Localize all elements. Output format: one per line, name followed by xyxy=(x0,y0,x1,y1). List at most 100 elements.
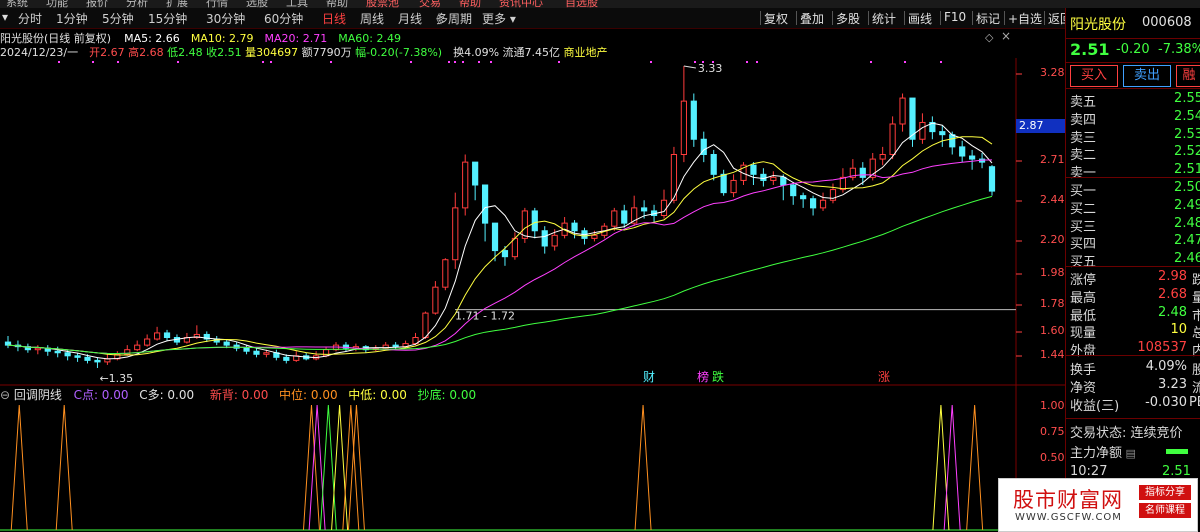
signal-marker xyxy=(92,61,94,63)
stat-tail: 量 xyxy=(1191,290,1200,306)
stat-value: 2.68 xyxy=(1158,286,1187,302)
indicator-bottom: 抄底: 0.00 xyxy=(417,388,477,402)
stat-value: 4.09% xyxy=(1145,359,1187,374)
stat-label: 现量 xyxy=(1070,326,1097,342)
signal-marker xyxy=(870,61,872,63)
stat-label: 外盘 xyxy=(1070,344,1097,360)
quote-row[interactable]: 卖四 2.54 xyxy=(1070,109,1200,128)
kline-chart[interactable]: 3.33 ←1.35 1.71 - 1.72 财 榜跌 涨 xyxy=(0,58,1065,532)
buy-button[interactable]: 买入 xyxy=(1070,65,1118,87)
period-tab[interactable]: 周线 xyxy=(360,10,384,27)
candle-body xyxy=(959,146,966,157)
top-menu-item[interactable]: 交易 xyxy=(419,0,441,8)
stat-value: 2.98 xyxy=(1158,269,1187,284)
quote-row-label: 卖四 xyxy=(1070,112,1097,128)
top-menu-item[interactable]: 功能 xyxy=(46,0,68,8)
low-annotation: ←1.35 xyxy=(99,372,133,385)
toolbar-button[interactable]: 标记 xyxy=(976,10,1000,27)
candle-body xyxy=(163,332,171,338)
top-menu-item[interactable]: 资讯中心 xyxy=(499,0,543,8)
quote-row-label: 买五 xyxy=(1070,255,1097,271)
toolbar-button[interactable]: +自选 xyxy=(1008,10,1042,27)
period-tab[interactable]: 60分钟 xyxy=(264,10,303,27)
toolbar-button[interactable]: 统计 xyxy=(872,10,896,27)
quote-row[interactable]: 买三 2.48 xyxy=(1070,216,1200,235)
period-tab[interactable]: 分时 xyxy=(18,10,42,27)
candle-body xyxy=(4,341,12,346)
high-annotation: 3.33 xyxy=(698,62,723,75)
collapse-icon[interactable]: 《 xyxy=(430,10,442,27)
period-tab[interactable]: 15分钟 xyxy=(148,10,187,27)
sell-button[interactable]: 卖出 xyxy=(1123,65,1171,87)
candle-body xyxy=(899,97,906,125)
event-marker-zhang: 涨 xyxy=(878,369,890,384)
menu-arrow-icon[interactable]: ▾ xyxy=(2,10,8,24)
quote-row-label: 买二 xyxy=(1070,201,1097,217)
expand-icon[interactable]: ◇ xyxy=(985,31,993,44)
period-tab[interactable]: 更多 ▾ xyxy=(482,10,516,27)
period-tab[interactable]: 1分钟 xyxy=(56,10,88,27)
top-menu-item[interactable]: 自选股 xyxy=(565,0,598,8)
top-menu-item[interactable]: 系统 xyxy=(6,0,28,8)
margin-button[interactable]: 融 xyxy=(1176,65,1200,87)
period-tab[interactable]: 月线 xyxy=(398,10,422,27)
close-icon[interactable]: × xyxy=(1001,29,1011,43)
stat-label: 最低 xyxy=(1070,308,1097,324)
signal-marker xyxy=(454,61,456,63)
quote-row[interactable]: 买一 2.50 xyxy=(1070,180,1200,199)
top-menu-item[interactable]: 工具 xyxy=(286,0,308,8)
indicator-name[interactable]: 回调阴线 xyxy=(14,388,62,402)
quote-row[interactable]: 卖三 2.53 xyxy=(1070,127,1200,146)
gscfw-logo: 股市财富网 指标分享 名师课程 WWW.GSCFW.COM xyxy=(998,478,1198,532)
top-menu-item[interactable]: 扩展 xyxy=(166,0,188,8)
candle-body xyxy=(660,199,668,216)
quote-row[interactable]: 卖二 2.52 xyxy=(1070,144,1200,163)
candle-body xyxy=(501,250,509,258)
event-marker-bang: 榜 xyxy=(697,369,709,384)
signal-marker xyxy=(410,61,412,63)
signal-marker xyxy=(558,61,560,63)
candle-body xyxy=(481,184,489,224)
signal-marker xyxy=(904,61,906,63)
price-axis-label: 2.20 xyxy=(1040,233,1065,246)
top-menu-item[interactable]: 选股 xyxy=(246,0,268,8)
top-menu-item[interactable]: 股票池 xyxy=(366,0,399,8)
candle-body xyxy=(452,207,459,261)
top-menu-item[interactable]: 报价 xyxy=(86,0,108,8)
period-tab[interactable]: 30分钟 xyxy=(206,10,245,27)
toolbar-button[interactable]: 叠加 xyxy=(800,10,824,27)
indicator-peak xyxy=(943,404,961,531)
logo-name: 股市财富网 xyxy=(1013,488,1123,512)
toolbar-divider xyxy=(760,11,761,25)
toolbar-button[interactable]: 画线 xyxy=(908,10,932,27)
toolbar-button[interactable]: F10 xyxy=(944,10,966,24)
quote-row-label: 卖三 xyxy=(1070,130,1097,146)
indicator-settings-icon[interactable]: ⊖ xyxy=(0,388,10,402)
price-axis-label: 3.28 xyxy=(1040,66,1065,79)
stat-value: 2.48 xyxy=(1158,304,1187,320)
toolbar-button[interactable]: 多股 xyxy=(836,10,860,27)
period-tab[interactable]: 日线 xyxy=(322,10,346,27)
top-menu-item[interactable]: 分析 xyxy=(126,0,148,8)
toolbar-divider xyxy=(940,11,941,25)
top-menu-item[interactable]: 帮助 xyxy=(326,0,348,8)
stat-tail: 总 xyxy=(1191,326,1200,342)
signal-marker xyxy=(330,61,332,63)
candle-body xyxy=(531,210,538,232)
quote-row[interactable]: 买四 2.47 xyxy=(1070,233,1200,252)
period-tab[interactable]: 5分钟 xyxy=(102,10,134,27)
quote-row[interactable]: 买二 2.49 xyxy=(1070,198,1200,217)
indicator-peak xyxy=(308,404,326,531)
main-flow-label[interactable]: 主力净额 ▤ xyxy=(1070,442,1136,461)
quote-row[interactable]: 卖五 2.55 xyxy=(1070,91,1200,110)
top-menu-item[interactable]: 行情 xyxy=(206,0,228,8)
candle-body xyxy=(988,166,996,192)
top-menu-item[interactable]: 帮助 xyxy=(459,0,481,8)
candle-body xyxy=(641,207,648,212)
stat-tail: PE xyxy=(1188,394,1200,410)
stat-row: 现量 10 总 xyxy=(1070,322,1200,342)
price-axis-label: 1.60 xyxy=(1040,324,1065,337)
candle-body xyxy=(790,184,797,197)
indicator-axis-label: 1.00 xyxy=(1040,399,1065,412)
toolbar-button[interactable]: 复权 xyxy=(764,10,788,27)
